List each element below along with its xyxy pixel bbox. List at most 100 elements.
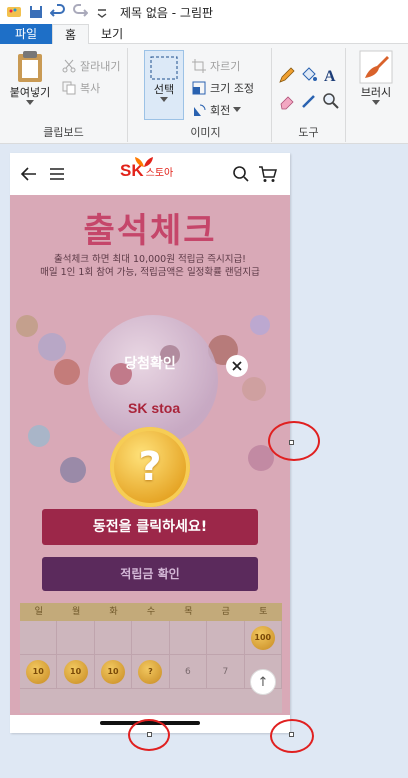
calendar-cell: 10 [20,655,58,688]
undo-icon[interactable] [50,4,66,20]
fill-bucket-icon[interactable] [300,66,318,84]
scissors-icon [62,59,76,73]
attendance-page: 출석체크 출석체크 하면 최대 10,000원 적립금 즉시지급! 매일 1인 … [10,195,290,715]
select-button[interactable]: 선택 [144,50,184,120]
desc-line-1: 출석체크 하면 최대 10,000원 적립금 즉시지급! [54,254,246,265]
annotation-circle [270,719,314,753]
check-points-button[interactable]: 적립금 확인 [42,557,258,591]
paste-button[interactable]: 붙여넣기 [6,50,54,106]
tools-group-label: 도구 [298,126,319,139]
calendar-cell: 10 [57,655,95,688]
rotate-icon [194,104,206,116]
eraser-icon[interactable] [278,92,296,110]
sk-stoa-logo[interactable]: SK 스토아 [120,157,173,181]
brushes-label: 브러시 [360,86,392,99]
calendar-cell: 7 [207,655,245,688]
color-picker-icon[interactable] [300,92,318,110]
text-icon[interactable]: A [322,66,340,84]
menu-icon[interactable] [48,165,66,183]
rotate-button[interactable]: 회전 [192,102,245,118]
quick-access-dropdown-icon[interactable] [94,4,110,20]
paste-icon [18,51,42,82]
paint-app-icon [7,7,21,17]
calendar-cell: 10 [95,655,133,688]
image-group: 선택 자르기 크기 조정 회전 이미지 [140,48,272,142]
calendar-cell: ? [132,655,170,688]
decor-ball [16,315,38,337]
title-bar: 제목 없음 - 그림판 [0,0,408,24]
app-header: SK 스토아 [10,153,290,195]
resize-button[interactable]: 크기 조정 [192,80,254,96]
cart-icon[interactable] [258,165,278,183]
pencil-icon[interactable] [278,66,296,84]
day-sat: 토 [259,607,268,617]
day-sun: 일 [34,607,43,617]
window-title: 제목 없음 - 그림판 [120,5,214,20]
cut-button[interactable]: 잘라내기 [62,58,120,74]
chevron-down-icon [372,100,380,105]
calendar-cell [57,621,95,654]
back-arrow-icon[interactable] [20,165,38,183]
canvas-area[interactable]: SK 스토아 출석체크 출석체크 하면 최대 10,000원 적립금 즉시지급!… [0,145,408,778]
redo-icon[interactable] [72,4,88,20]
decor-ball [28,425,50,447]
copy-button[interactable]: 복사 [62,80,100,96]
image-group-label: 이미지 [190,126,221,139]
chevron-down-icon [160,97,168,102]
chevron-down-icon [233,107,242,112]
close-icon [232,361,242,371]
tab-file[interactable]: 파일 [0,24,52,44]
scroll-top-button[interactable]: ↑ [250,669,276,695]
attendance-calendar: 일 월 화 수 목 금 토 100 10 10 10 ? 6 7 [20,603,282,713]
day-tue: 화 [109,607,118,617]
tab-home[interactable]: 홈 [52,24,90,44]
reward-coin: 10 [101,659,126,684]
resize-label: 크기 조정 [210,82,254,95]
page-description: 출석체크 하면 최대 10,000원 적립금 즉시지급! 매일 1인 1회 참여… [10,253,290,279]
crop-label: 자르기 [210,60,241,73]
ribbon: 붙여넣기 잘라내기 복사 클립보드 선택 자르기 크기 조정 회전 이미지 A … [0,44,408,144]
decor-ball [250,315,270,335]
calendar-cell: 100 [245,621,282,654]
save-icon[interactable] [28,4,44,20]
copy-icon [62,81,76,95]
desc-line-2: 매일 1인 1회 참여 가능, 적립금액은 일정확률 랜덤지급 [40,267,260,278]
page-title: 출석체크 [83,211,217,251]
popup-title: 당첨확인 [124,356,176,372]
reward-coin: 10 [63,659,88,684]
reward-coin: ? [138,659,163,684]
decor-ball [60,457,86,483]
coin-question-mark: ? [138,444,162,490]
chevron-down-icon [26,100,34,105]
ribbon-tabs: 파일 홈 보기 [0,24,408,44]
annotation-circle [268,421,320,461]
brushes-button[interactable]: 브러시 [354,50,398,106]
day-mon: 월 [71,607,81,617]
mystery-coin[interactable]: ? [110,427,190,507]
annotation-circle [128,719,170,751]
calendar-row: 100 [20,621,282,655]
calendar-cell: 6 [170,655,208,688]
calendar-cell [95,621,133,654]
clipboard-group: 붙여넣기 잘라내기 복사 클립보드 [0,48,128,142]
clipboard-group-label: 클립보드 [43,126,84,139]
click-coin-button[interactable]: 동전을 클릭하세요! [42,509,258,545]
search-icon[interactable] [232,165,250,183]
cut-label: 잘라내기 [80,60,121,73]
popup-close-button[interactable] [226,355,248,377]
calendar-header: 일 월 화 수 목 금 토 [20,603,282,621]
crop-button[interactable]: 자르기 [192,58,240,74]
reward-coin: 10 [26,659,51,684]
globe-brand-mark: SK stoa [128,400,181,416]
tab-view[interactable]: 보기 [89,24,135,44]
reward-coin: 100 [250,625,275,650]
decor-ball [242,377,266,401]
capsule-machine [88,315,218,445]
tools-group: A 도구 [272,48,346,142]
magnifier-icon[interactable] [322,92,340,110]
select-rectangle-icon [150,56,178,80]
select-label: 선택 [153,83,175,96]
canvas-image[interactable]: SK 스토아 출석체크 출석체크 하면 최대 10,000원 적립금 즉시지급!… [10,153,290,733]
svg-text:A: A [324,68,336,84]
calendar-cell [170,621,208,654]
